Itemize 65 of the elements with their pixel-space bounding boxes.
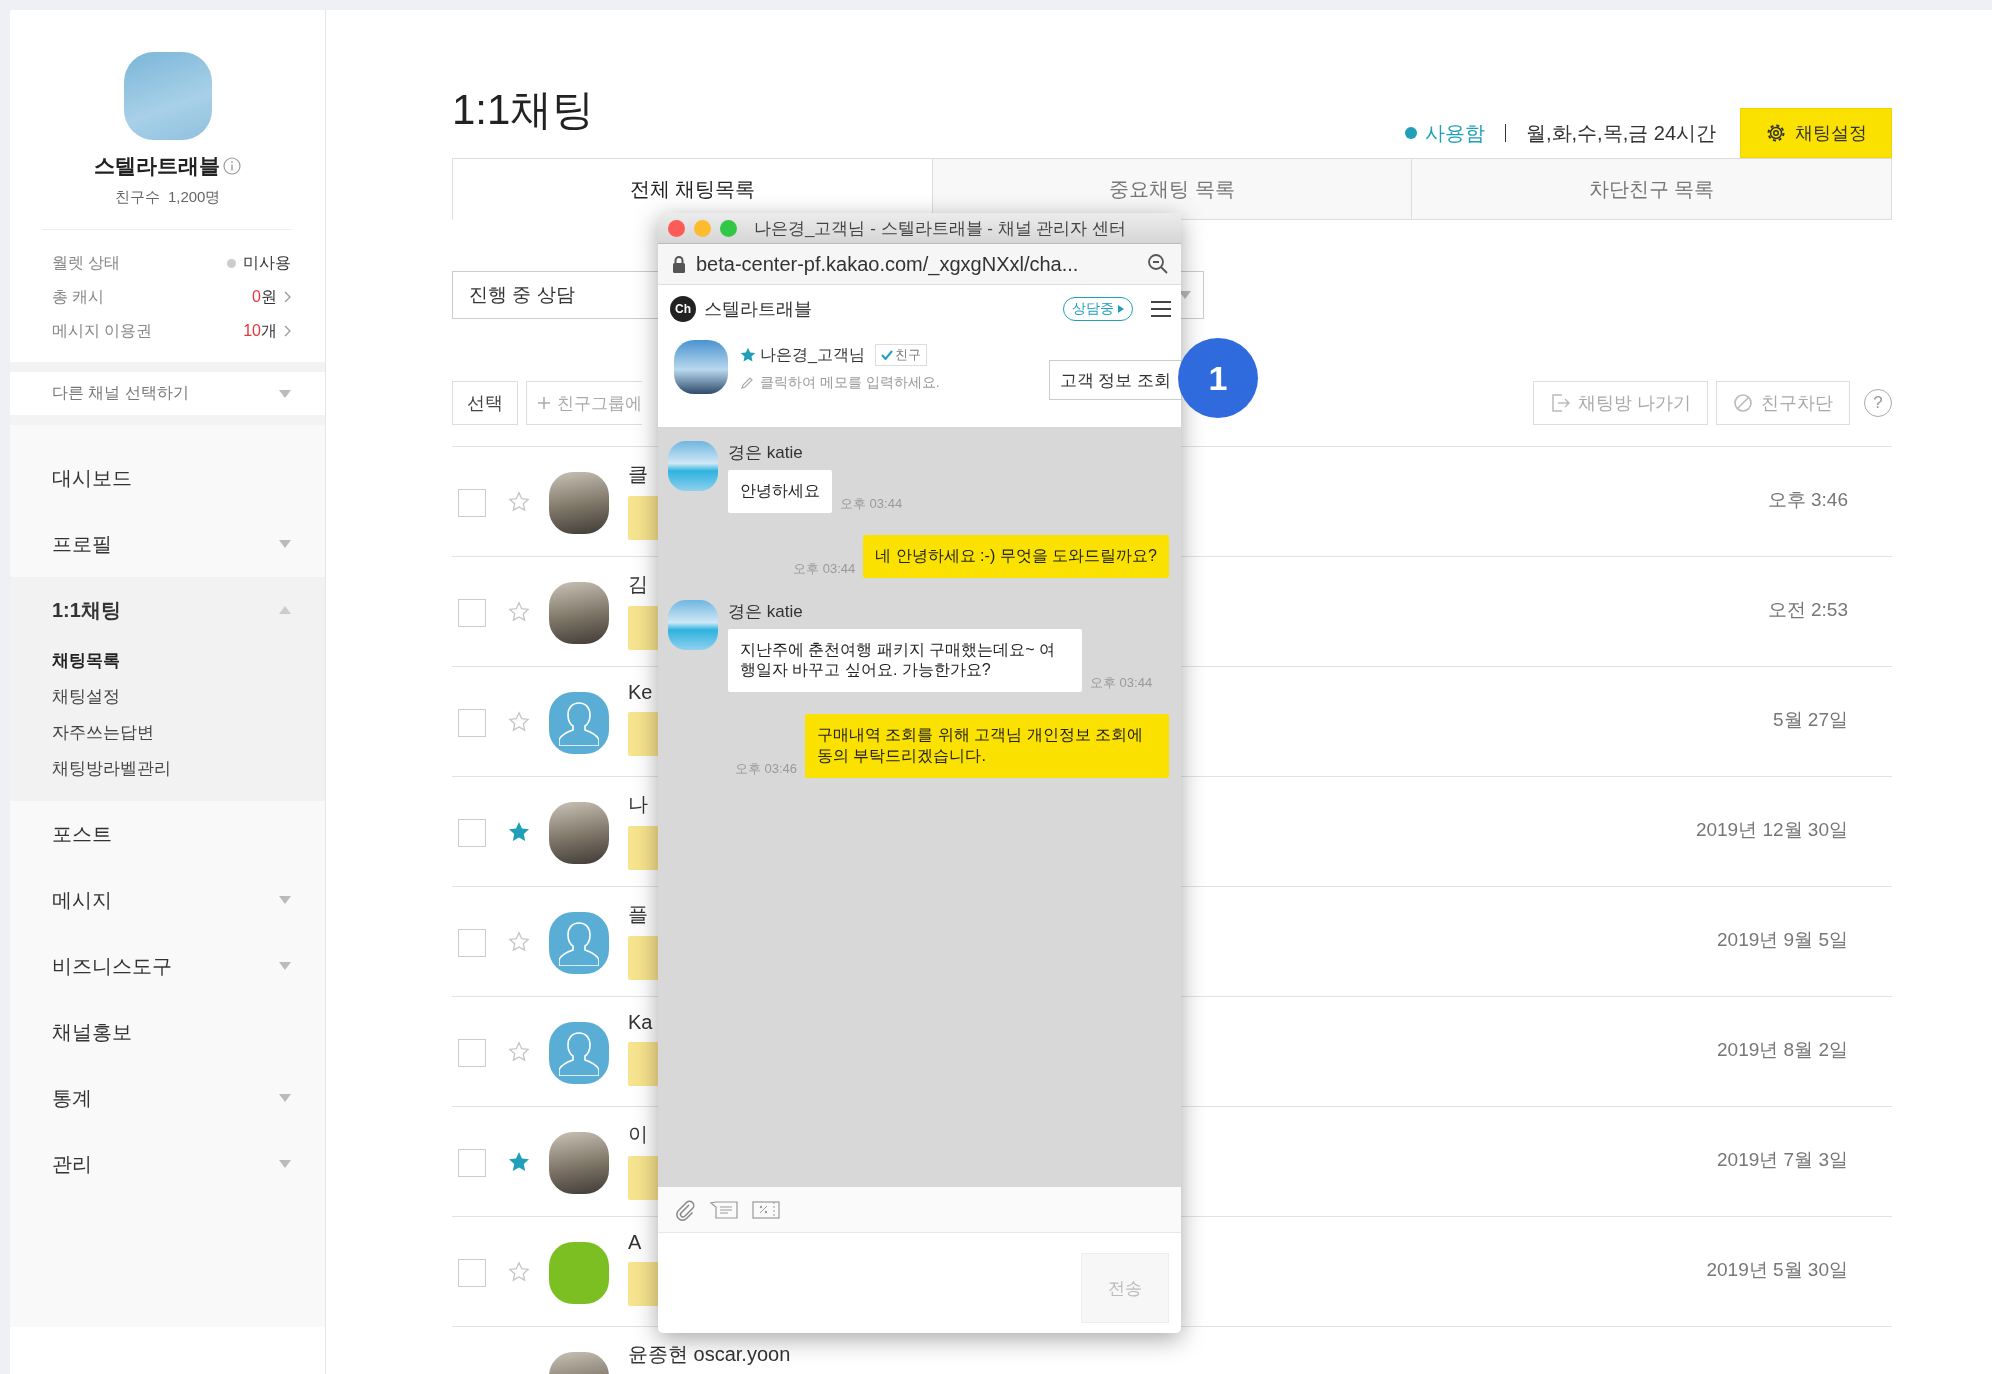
chat-time: 2019년 9월 5일	[1717, 928, 1848, 952]
nav-item[interactable]: 관리	[10, 1131, 325, 1197]
channel-name: 스텔라트래블	[94, 153, 220, 179]
nav-item[interactable]: 1:1채팅	[10, 577, 325, 643]
chat-time: 5월 27일	[1773, 708, 1848, 732]
business-hours: 월,화,수,목,금 24시간	[1525, 120, 1716, 146]
channel-select[interactable]: 다른 채널 선택하기	[10, 372, 325, 415]
friend-badge: 친구	[874, 344, 927, 366]
nav-item[interactable]: 비즈니스도구	[10, 933, 325, 999]
nav-subitem[interactable]: 채팅목록	[10, 643, 120, 679]
url-text: beta-center-pf.kakao.com/_xgxgNXxl/cha...	[696, 252, 1080, 276]
sent-message: 구매내역 조회를 위해 고객님 개인정보 조회에 동의 부탁드리겠습니다.	[805, 714, 1169, 778]
window-title: 나은경_고객님 - 스텔라트래블 - 채널 관리자 센터	[754, 217, 1127, 240]
nav-item[interactable]: 통계	[10, 1065, 325, 1131]
status-value: 미사용	[243, 252, 291, 273]
chat-time: 2019년 12월 30일	[1695, 818, 1848, 842]
chat-settings-button[interactable]: 채팅설정	[1740, 108, 1892, 158]
chat-name: Ke	[628, 681, 653, 704]
chat-time: 2019년 8월 2일	[1717, 1038, 1848, 1062]
chat-name: 윤종현 oscar.yoon	[628, 1342, 791, 1367]
nav-item[interactable]: 포스트	[10, 801, 325, 867]
stat-label: 메시지 이용권	[52, 320, 153, 341]
nav-subitem[interactable]: 채팅방라벨관리	[10, 751, 171, 787]
chat-time: 오후 3:46	[1767, 488, 1848, 512]
chat-name: A	[628, 1231, 642, 1254]
chat-status: 사용함	[1424, 120, 1485, 146]
nav-item[interactable]: 메시지	[10, 867, 325, 933]
stat-label: 총 캐시	[52, 286, 105, 307]
received-message: 안녕하세요	[728, 470, 832, 513]
message-time: 오후 03:44	[793, 559, 856, 578]
chat-time: 2019년 5월 30일	[1706, 1258, 1848, 1282]
sent-message: 네 안녕하세요 :-) 무엇을 도와드릴까요?	[863, 534, 1169, 578]
customer-lookup-button[interactable]: 고객 정보 조회	[1048, 360, 1182, 400]
chat-name: 클	[628, 462, 648, 487]
stat-label: 월렛 상태	[52, 252, 121, 273]
channel-select-label: 다른 채널 선택하기	[52, 383, 189, 403]
tab[interactable]: 차단친구 목록	[1412, 158, 1892, 220]
tab[interactable]: 중요채팅 목록	[932, 158, 1413, 220]
sender-name: 경은 katie	[728, 442, 804, 464]
stat-value[interactable]: 10개	[243, 320, 277, 342]
chat-name: 이	[628, 1122, 648, 1147]
channel-logo: Ch	[670, 295, 696, 322]
message-time: 오후 03:46	[734, 759, 797, 778]
stat-value[interactable]: 0원	[252, 286, 277, 308]
nav-item[interactable]: 프로필	[10, 511, 325, 577]
nav-item[interactable]: 채널홍보	[10, 999, 325, 1065]
friend-count: 친구수 1,200명	[114, 188, 221, 207]
chat-name: 김	[628, 572, 648, 597]
customer-name: 나은경_고객님	[760, 344, 865, 365]
chat-name: Ka	[628, 1011, 653, 1034]
page-title: 1:1채팅	[452, 85, 595, 135]
select-button[interactable]: 선택	[452, 381, 518, 425]
nav-item[interactable]: 대시보드	[10, 445, 325, 511]
message-time: 오후 03:44	[840, 494, 903, 513]
message-time: 오후 03:44	[1090, 674, 1153, 693]
tab[interactable]: 전체 채팅목록	[452, 158, 933, 220]
chat-name: 나	[628, 792, 648, 817]
nav-subitem[interactable]: 자주쓰는답변	[10, 715, 154, 751]
channel-name: 스텔라트래블	[704, 297, 813, 321]
nav-subitem[interactable]: 채팅설정	[10, 679, 120, 715]
received-message: 지난주에 춘천여행 패키지 구매했는데요~ 여행일자 바꾸고 싶어요. 가능한가요?	[728, 628, 1082, 693]
sender-name: 경은 katie	[728, 600, 804, 623]
chat-time: 2019년 7월 3일	[1717, 1148, 1848, 1172]
chat-name: 플	[628, 902, 648, 927]
chat-time: 오전 2:53	[1767, 598, 1848, 622]
